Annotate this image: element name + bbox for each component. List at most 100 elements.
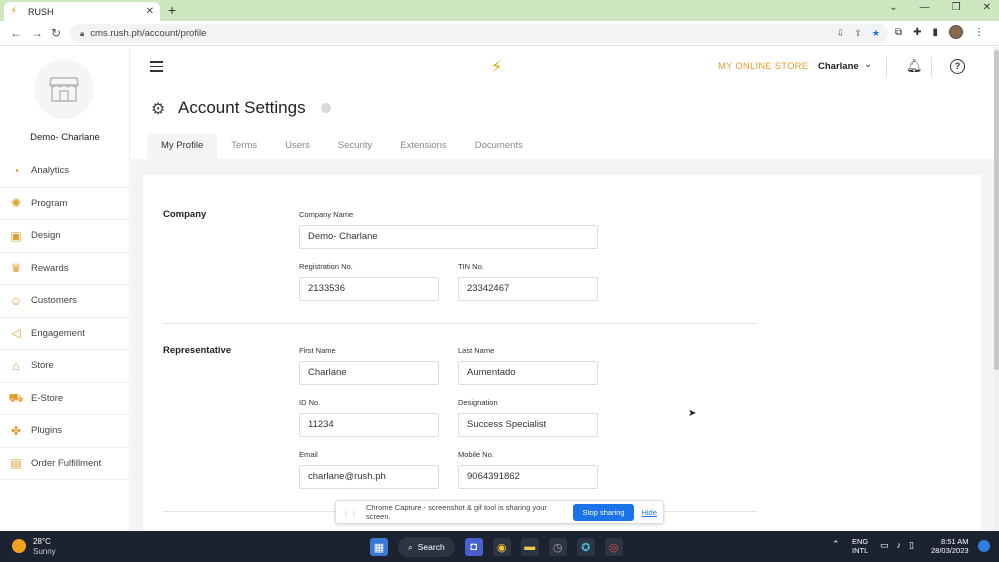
info-icon[interactable] xyxy=(321,103,331,113)
weather-condition: Sunny xyxy=(33,547,56,556)
sidebar-item-label: Engagement xyxy=(31,327,85,339)
chevron-down-icon[interactable]: ⌄ xyxy=(864,59,872,70)
sidebar-item-label: Rewards xyxy=(31,262,69,274)
taskbar-search[interactable]: ⌕ Search xyxy=(398,537,455,557)
sun-icon[interactable] xyxy=(12,539,26,553)
display-icon[interactable]: ▭ xyxy=(880,540,889,551)
forward-icon[interactable]: → xyxy=(31,26,43,40)
rush-logo-icon[interactable]: ⚡ xyxy=(491,57,502,77)
last-name-field[interactable]: Aumentado xyxy=(458,361,598,385)
user-icon: ☺ xyxy=(9,293,23,308)
company-section-label: Company xyxy=(163,209,207,220)
box-icon: ▤ xyxy=(10,456,22,471)
reload-icon[interactable]: ↻ xyxy=(51,26,61,40)
clock-date: 28/03/2023 xyxy=(931,546,969,555)
close-tab-icon[interactable]: ✕ xyxy=(146,6,154,17)
language-indicator[interactable]: ENG INTL xyxy=(852,537,868,555)
url-field[interactable]: 🔒︎ cms.rush.ph/account/profile ⇩ ⇪ ★ xyxy=(70,24,888,43)
windows-taskbar: 28°C Sunny ▦ ⌕ Search ◘ ◉ ▬ ◷ ✪ ◎ ⌃ ENG … xyxy=(0,531,999,562)
section-divider xyxy=(163,323,757,324)
sidebar-item-engagement[interactable]: ◁ Engagement xyxy=(0,318,130,350)
designation-field[interactable]: Success Specialist xyxy=(458,413,598,437)
sidebar-item-label: Design xyxy=(31,230,61,242)
tab-my-profile[interactable]: My Profile xyxy=(147,133,218,159)
volume-icon[interactable]: ♪ xyxy=(897,540,902,551)
tab-extensions[interactable]: Extensions xyxy=(386,133,460,159)
sidebar-item-label: Order Fulfillment xyxy=(31,457,102,469)
sidebar-item-label: Customers xyxy=(31,295,77,307)
profile-avatar-icon[interactable] xyxy=(949,25,964,39)
stop-sharing-button[interactable]: Stop sharing xyxy=(573,503,634,521)
sidebar-item-design[interactable]: ▣ Design xyxy=(0,220,130,253)
storefront-icon xyxy=(49,77,79,102)
sidebar-item-order-fulfillment[interactable]: ▤ Order Fulfillment xyxy=(0,448,130,480)
chevron-down-icon[interactable]: ⌄ xyxy=(889,2,897,13)
id-field[interactable]: 11234 xyxy=(299,413,439,437)
header-divider xyxy=(886,57,887,77)
sidebar-item-analytics[interactable]: ◔ Analytics xyxy=(0,155,130,188)
email-label: Email xyxy=(299,450,318,459)
tin-field[interactable]: 23342467 xyxy=(458,277,598,301)
tab-users[interactable]: Users xyxy=(271,133,324,159)
tab-terms[interactable]: Terms xyxy=(217,133,271,159)
mouse-cursor-icon: ➤ xyxy=(688,408,697,419)
sidebar-item-customers[interactable]: ☺ Customers xyxy=(0,285,130,318)
user-menu[interactable]: Charlane xyxy=(818,61,859,72)
tab-documents[interactable]: Documents xyxy=(461,133,537,159)
mobile-field[interactable]: 9064391862 xyxy=(458,465,598,489)
battery-icon[interactable]: ▯ xyxy=(909,540,914,551)
edge-icon[interactable]: ✪ xyxy=(576,538,595,556)
chevron-up-icon[interactable]: ⌃ xyxy=(832,539,840,550)
first-name-field[interactable]: Charlane xyxy=(299,361,439,385)
side-panel-icon[interactable]: ▮ xyxy=(933,27,939,38)
taskbar-apps: ▦ ⌕ Search ◘ ◉ ▬ ◷ ✪ ◎ xyxy=(370,537,623,557)
last-name-label: Last Name xyxy=(458,346,495,355)
scrollbar-thumb[interactable] xyxy=(994,50,999,370)
notification-icon[interactable] xyxy=(978,540,990,552)
chrome-icon[interactable]: ◉ xyxy=(492,538,511,556)
sidebar-item-e-store[interactable]: ⛟ E-Store xyxy=(0,383,130,415)
browser-tab[interactable]: ⚡ RUSH ✕ xyxy=(4,2,160,21)
new-tab-icon[interactable]: + xyxy=(168,2,176,18)
rush-favicon-icon: ⚡ xyxy=(10,5,18,17)
help-icon[interactable]: ? xyxy=(950,59,965,74)
registration-field[interactable]: 2133536 xyxy=(299,277,439,301)
browser-tab-bar: ⚡ RUSH ✕ + ⌄ — ❐ ✕ xyxy=(0,0,999,21)
minimize-icon[interactable]: — xyxy=(920,2,930,13)
designation-label: Designation xyxy=(458,398,498,407)
sidebar-item-store[interactable]: ⌂ Store xyxy=(0,350,130,383)
screen-sharing-bar: ⋮⋮ Chrome Capture - screenshot & gif too… xyxy=(335,500,664,524)
hide-link[interactable]: Hide xyxy=(642,508,657,517)
email-field[interactable]: charlane@rush.ph xyxy=(299,465,439,489)
folder-icon[interactable]: ▬ xyxy=(520,538,539,556)
chrome-canary-icon[interactable]: ◎ xyxy=(604,538,623,556)
install-icon[interactable]: ⇩ xyxy=(837,28,845,39)
bookmark-star-icon[interactable]: ★ xyxy=(872,28,880,39)
sidebar-item-program[interactable]: ✺ Program xyxy=(0,188,130,220)
sidebar-item-label: Store xyxy=(31,360,54,372)
restore-icon[interactable]: ❐ xyxy=(952,2,961,13)
drag-handle-icon[interactable]: ⋮⋮ xyxy=(342,508,358,517)
share-icon[interactable]: ⇪ xyxy=(854,28,862,39)
sidebar-item-label: Analytics xyxy=(31,165,70,177)
meet-icon[interactable]: ◘ xyxy=(464,538,483,556)
close-window-icon[interactable]: ✕ xyxy=(983,2,991,13)
menu-dots-icon[interactable]: ⋮ xyxy=(974,27,984,38)
first-name-label: First Name xyxy=(299,346,336,355)
clock[interactable]: 8:51 AM 28/03/2023 xyxy=(931,537,969,555)
capture-extension-icon[interactable]: ⧉ xyxy=(895,27,902,38)
extensions-puzzle-icon[interactable]: ✚ xyxy=(913,27,921,38)
notification-bell-icon[interactable]: 🔔︎ xyxy=(906,58,923,74)
extension-icons: ⧉ ✚ ▮ ⋮ xyxy=(895,25,984,39)
start-icon[interactable]: ▦ xyxy=(370,538,388,556)
sidebar-item-rewards[interactable]: ♛ Rewards xyxy=(0,253,130,285)
clock-app-icon[interactable]: ◷ xyxy=(548,538,567,556)
my-online-store-link[interactable]: MY ONLINE STORE xyxy=(718,61,808,72)
analytics-icon: ◔ xyxy=(12,163,20,178)
hamburger-menu-icon[interactable] xyxy=(150,61,163,72)
sidebar-item-plugins[interactable]: ✤ Plugins xyxy=(0,415,130,448)
megaphone-icon: ◁ xyxy=(11,326,21,341)
back-icon[interactable]: ← xyxy=(10,26,22,40)
company-name-field[interactable]: Demo- Charlane xyxy=(299,225,598,249)
tab-security[interactable]: Security xyxy=(324,133,386,159)
